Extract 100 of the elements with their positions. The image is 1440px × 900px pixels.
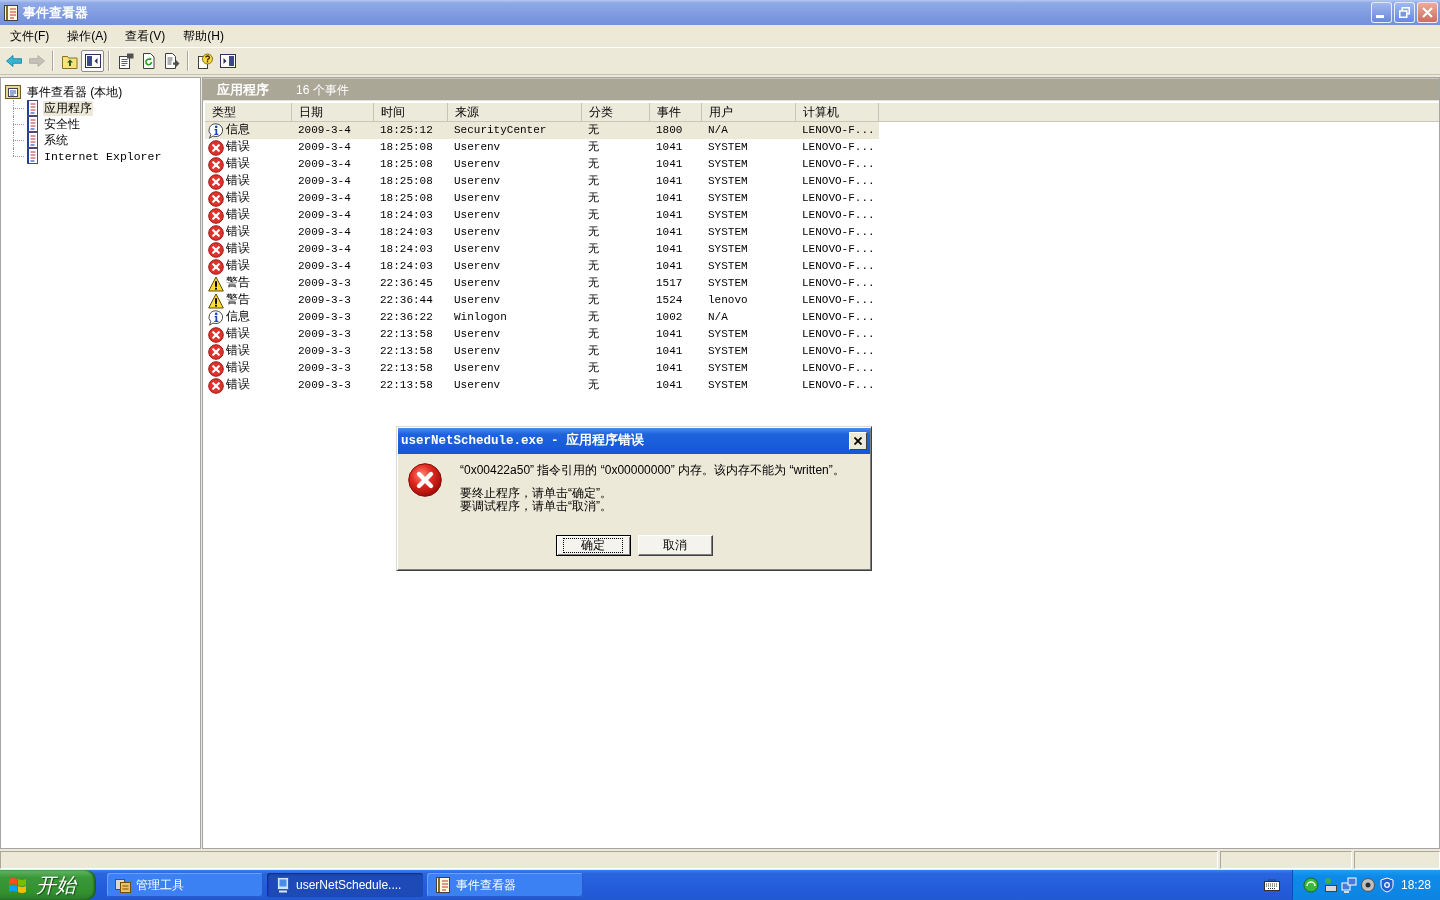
tree-item[interactable]: 事件查看器 (本地) <box>26 84 124 100</box>
event-computer: LENOVO-F... <box>802 276 875 291</box>
column-header[interactable]: 来源 <box>448 103 582 121</box>
speaker-icon[interactable] <box>1360 877 1376 893</box>
event-date: 2009-3-4 <box>298 225 351 240</box>
event-date: 2009-3-4 <box>298 157 351 172</box>
event-row[interactable]: 警告 2009-3-3 22:36:45 Userenv 无 1517 SYSTEM LENOVO-F... <box>205 275 879 292</box>
language-bar-button[interactable] <box>1264 879 1280 891</box>
event-time: 18:24:03 <box>380 259 433 274</box>
column-header[interactable]: 类型 <box>205 103 292 121</box>
event-type: 错误 <box>226 242 250 257</box>
tree-item[interactable]: 应用程序 <box>43 100 93 116</box>
event-type: 信息 <box>226 123 250 138</box>
column-header[interactable]: 时间 <box>374 103 448 121</box>
event-source: Userenv <box>454 361 501 376</box>
restore-button[interactable] <box>1394 2 1415 23</box>
event-source: Userenv <box>454 378 501 393</box>
menu-item[interactable]: 查看(V) <box>116 26 175 46</box>
event-user: SYSTEM <box>708 208 748 223</box>
monitor-icon <box>275 877 291 893</box>
event-date: 2009-3-3 <box>298 327 351 342</box>
tree-item[interactable]: 系统 <box>43 132 69 148</box>
dialog-button[interactable]: 确定 <box>555 535 631 556</box>
event-row[interactable]: 错误 2009-3-3 22:13:58 Userenv 无 1041 SYSTEM LENOVO-F... <box>205 360 879 377</box>
event-row[interactable]: 错误 2009-3-4 18:25:08 Userenv 无 1041 SYSTEM LENOVO-F... <box>205 190 879 207</box>
event-user: SYSTEM <box>708 140 748 155</box>
event-row[interactable]: 信息 2009-3-3 22:36:22 Winlogon 无 1002 N/A LENOVO-F... <box>205 309 879 326</box>
event-row[interactable]: 错误 2009-3-4 18:24:03 Userenv 无 1041 SYSTEM LENOVO-F... <box>205 224 879 241</box>
event-id: 1041 <box>656 157 683 172</box>
column-header[interactable]: 用户 <box>702 103 796 121</box>
event-id: 1041 <box>656 208 683 223</box>
start-button[interactable]: 开始 <box>0 870 96 900</box>
close-button[interactable] <box>849 432 867 450</box>
event-id: 1041 <box>656 378 683 393</box>
event-category: 无 <box>588 310 599 325</box>
event-type: 警告 <box>226 293 250 308</box>
dialog-message: “0x00422a50” 指令引用的 “0x00000000” 内存。该内存不能为 “written”。 <box>460 464 845 477</box>
event-source: Userenv <box>454 344 501 359</box>
event-user: SYSTEM <box>708 276 748 291</box>
event-time: 18:25:08 <box>380 157 433 172</box>
dialog-button[interactable]: 取消 <box>637 535 713 556</box>
event-category: 无 <box>588 327 599 342</box>
event-id: 1041 <box>656 174 683 189</box>
event-computer: LENOVO-F... <box>802 344 875 359</box>
minimize-icon <box>1376 15 1384 18</box>
event-computer: LENOVO-F... <box>802 174 875 189</box>
column-header[interactable]: 分类 <box>582 103 650 121</box>
error-icon <box>208 241 224 258</box>
menu-item[interactable]: 文件(F) <box>1 26 59 46</box>
folder-up-icon <box>61 53 78 69</box>
event-time: 22:36:22 <box>380 310 433 325</box>
event-category: 无 <box>588 123 599 138</box>
column-header[interactable]: 日期 <box>292 103 374 121</box>
event-row[interactable]: 错误 2009-3-4 18:25:08 Userenv 无 1041 SYSTEM LENOVO-F... <box>205 156 879 173</box>
minimize-button[interactable] <box>1371 2 1392 23</box>
info-icon <box>208 309 224 326</box>
tree-item[interactable]: Internet Explorer <box>43 148 163 164</box>
pane-toggle-icon <box>219 53 236 69</box>
network-user-icon[interactable] <box>1322 877 1338 893</box>
event-category: 无 <box>588 344 599 359</box>
event-type: 错误 <box>226 361 250 376</box>
log-book-icon <box>24 132 40 148</box>
event-row[interactable]: 错误 2009-3-4 18:24:03 Userenv 无 1041 SYSTEM LENOVO-F... <box>205 207 879 224</box>
event-date: 2009-3-3 <box>298 276 351 291</box>
event-row[interactable]: 错误 2009-3-3 22:13:58 Userenv 无 1041 SYSTEM LENOVO-F... <box>205 326 879 343</box>
help-icon <box>196 53 213 69</box>
warning-icon <box>208 275 224 292</box>
taskbar-button[interactable]: userNetSchedule.... <box>267 873 423 897</box>
taskbar-button[interactable]: 事件查看器 <box>427 873 583 897</box>
event-source: Userenv <box>454 174 501 189</box>
refresh-icon <box>140 53 157 69</box>
event-row[interactable]: 警告 2009-3-3 22:36:44 Userenv 无 1524 lenovo LENOVO-F... <box>205 292 879 309</box>
event-row[interactable]: 错误 2009-3-3 22:13:58 Userenv 无 1041 SYSTEM LENOVO-F... <box>205 343 879 360</box>
shield-icon[interactable] <box>1379 877 1395 893</box>
event-category: 无 <box>588 259 599 274</box>
event-computer: LENOVO-F... <box>802 191 875 206</box>
event-id: 1002 <box>656 310 683 325</box>
column-header[interactable]: 计算机 <box>796 103 879 121</box>
error-icon <box>208 207 224 224</box>
event-computer: LENOVO-F... <box>802 242 875 257</box>
circle-arc-icon[interactable] <box>1303 877 1319 893</box>
event-row[interactable]: 错误 2009-3-4 18:25:08 Userenv 无 1041 SYSTEM LENOVO-F... <box>205 139 879 156</box>
dialog-hint: 要终止程序，请单击“确定”。 <box>460 487 612 500</box>
event-type: 错误 <box>226 191 250 206</box>
event-time: 22:13:58 <box>380 361 433 376</box>
event-computer: LENOVO-F... <box>802 378 875 393</box>
event-row[interactable]: 错误 2009-3-4 18:24:03 Userenv 无 1041 SYSTEM LENOVO-F... <box>205 258 879 275</box>
tree-item[interactable]: 安全性 <box>43 116 81 132</box>
menu-item[interactable]: 操作(A) <box>58 26 117 46</box>
close-icon <box>1422 7 1433 18</box>
event-row[interactable]: 信息 2009-3-4 18:25:12 SecurityCenter 无 1800 N/A LENOVO-F... <box>205 122 879 139</box>
taskbar-button[interactable]: 管理工具 <box>107 873 263 897</box>
event-row[interactable]: 错误 2009-3-4 18:25:08 Userenv 无 1041 SYSTEM LENOVO-F... <box>205 173 879 190</box>
event-computer: LENOVO-F... <box>802 310 875 325</box>
event-row[interactable]: 错误 2009-3-4 18:24:03 Userenv 无 1041 SYSTEM LENOVO-F... <box>205 241 879 258</box>
event-row[interactable]: 错误 2009-3-3 22:13:58 Userenv 无 1041 SYSTEM LENOVO-F... <box>205 377 879 394</box>
event-type: 错误 <box>226 140 250 155</box>
menu-item[interactable]: 帮助(H) <box>174 26 233 46</box>
column-header[interactable]: 事件 <box>650 103 702 121</box>
console-tree-button[interactable] <box>81 50 104 72</box>
